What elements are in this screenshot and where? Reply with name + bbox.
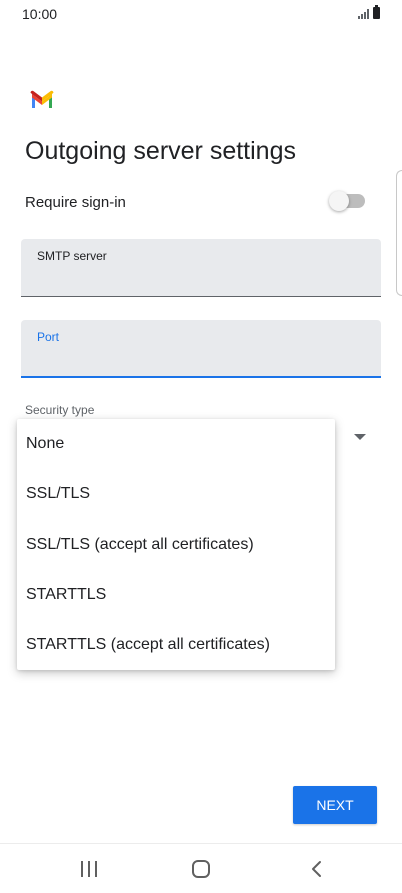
signal-icon [358,9,369,19]
back-icon[interactable] [308,860,326,878]
port-label: Port [37,330,60,344]
status-icons [358,5,380,19]
port-input[interactable] [37,350,357,370]
status-time: 10:00 [22,6,58,22]
smtp-server-field[interactable]: SMTP server [21,239,381,297]
security-type-label: Security type [25,403,95,417]
menu-item-none[interactable]: None [17,419,335,469]
menu-item-ssl-tls[interactable]: SSL/TLS [17,469,335,519]
require-signin-label: Require sign-in [25,194,126,211]
menu-item-starttls[interactable]: STARTTLS [17,570,335,620]
require-signin-toggle[interactable] [329,191,365,211]
edge-panel-handle[interactable] [396,170,402,296]
smtp-server-label: SMTP server [37,249,107,263]
port-field[interactable]: Port [21,320,381,378]
menu-item-ssl-tls-accept-all[interactable]: SSL/TLS (accept all certificates) [17,520,335,570]
menu-item-starttls-accept-all[interactable]: STARTTLS (accept all certificates) [17,620,335,670]
battery-icon [373,5,380,19]
gmail-logo [30,90,54,108]
security-type-menu: None SSL/TLS SSL/TLS (accept all certifi… [17,419,335,670]
status-bar: 10:00 [0,0,402,28]
require-signin-row: Require sign-in [25,191,367,213]
toggle-knob [329,191,349,211]
navigation-bar [0,843,402,893]
next-button[interactable]: NEXT [293,786,377,824]
page-title: Outgoing server settings [25,137,296,165]
recents-icon[interactable] [81,861,97,877]
smtp-server-input[interactable] [37,269,357,289]
home-icon[interactable] [192,860,210,878]
dropdown-arrow-icon[interactable] [354,434,366,440]
